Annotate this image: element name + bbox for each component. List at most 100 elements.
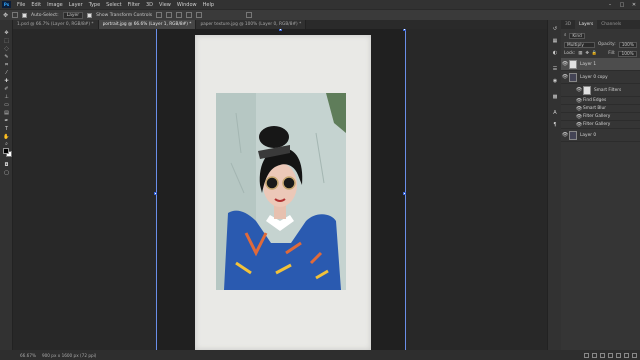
visibility-eye-icon[interactable]: 👁 bbox=[561, 132, 569, 138]
lock-all-icon[interactable]: 🔒 bbox=[592, 51, 597, 56]
foreground-color-swatch[interactable] bbox=[3, 148, 9, 154]
crop-tool-icon[interactable]: ⌗ bbox=[3, 62, 10, 68]
new-group-icon[interactable] bbox=[616, 352, 621, 358]
layer-row-layer-0-copy[interactable]: 👁 Layer 0 copy bbox=[561, 71, 640, 84]
layer-row-layer-1[interactable]: 👁 Layer 1 bbox=[561, 58, 640, 71]
move-tool-icon[interactable]: ✥ bbox=[3, 12, 8, 19]
transform-controls-checkbox[interactable] bbox=[87, 12, 93, 18]
tab-layers[interactable]: Layers bbox=[575, 20, 598, 29]
auto-select-checkbox[interactable] bbox=[22, 12, 28, 18]
menu-window[interactable]: Window bbox=[174, 2, 200, 8]
tab-1-psd[interactable]: 1.psd @ 66.7% (Layer 0, RGB/8#) * bbox=[13, 20, 99, 29]
auto-select-dropdown[interactable]: Layer bbox=[62, 11, 84, 19]
adjustment-layer-icon[interactable] bbox=[608, 352, 613, 358]
visibility-eye-icon[interactable]: 👁 bbox=[561, 74, 569, 80]
close-button[interactable]: ✕ bbox=[628, 2, 640, 8]
visibility-eye-icon[interactable]: 👁 bbox=[561, 61, 569, 67]
transform-handle-right[interactable] bbox=[403, 192, 406, 195]
tab-paper-texture[interactable]: paper texture.jpg @ 100% (Layer 0, RGB/8… bbox=[196, 20, 307, 29]
marquee-tool-icon[interactable]: ⬚ bbox=[3, 38, 10, 44]
properties-panel-icon[interactable]: ▦ bbox=[552, 38, 558, 44]
fill-input[interactable]: 100% bbox=[618, 50, 637, 57]
menu-help[interactable]: Help bbox=[200, 2, 217, 8]
tool-preset-icon[interactable] bbox=[12, 12, 19, 18]
lock-pixels-icon[interactable]: ▦ bbox=[578, 51, 582, 56]
layer-thumbnail bbox=[569, 59, 577, 69]
lasso-tool-icon[interactable]: ◌ bbox=[3, 46, 10, 52]
eyedropper-tool-icon[interactable]: ⁄ bbox=[3, 70, 10, 76]
healing-brush-icon[interactable]: ✚ bbox=[3, 78, 10, 84]
filter-row-filter-gallery-2[interactable]: 👁 Filter Gallery bbox=[561, 121, 640, 129]
tab-portrait[interactable]: portrait.jpg @ 66.6% (Layer 1, RGB/8#) * bbox=[98, 20, 197, 29]
distribute-icon[interactable] bbox=[186, 12, 193, 18]
filter-row-find-edges[interactable]: 👁 Find Edges bbox=[561, 97, 640, 105]
color-panel-icon[interactable]: ◉ bbox=[552, 78, 558, 84]
transform-handle-top-right[interactable] bbox=[403, 29, 406, 31]
3d-mode-icon[interactable] bbox=[246, 12, 253, 18]
menu-select[interactable]: Select bbox=[103, 2, 124, 8]
transform-handle-top[interactable] bbox=[279, 29, 282, 31]
visibility-eye-icon[interactable]: 👁 bbox=[575, 98, 583, 104]
blend-row: Multiply Opacity: 100% bbox=[561, 40, 640, 49]
menu-edit[interactable]: Edit bbox=[28, 2, 44, 8]
clone-stamp-icon[interactable]: ⊥ bbox=[3, 94, 10, 100]
gradient-tool-icon[interactable]: ▤ bbox=[3, 110, 10, 116]
fill-label: Fill: bbox=[608, 51, 616, 56]
filter-row-filter-gallery[interactable]: 👁 Filter Gallery bbox=[561, 113, 640, 121]
delete-layer-icon[interactable] bbox=[632, 352, 637, 358]
adjustments-panel-icon[interactable]: ◐ bbox=[552, 50, 558, 56]
menu-filter[interactable]: Filter bbox=[125, 2, 143, 8]
maximize-button[interactable]: □ bbox=[616, 2, 628, 8]
character-panel-icon[interactable]: A bbox=[552, 110, 558, 116]
visibility-eye-icon[interactable]: 👁 bbox=[575, 106, 583, 112]
transform-handle-left[interactable] bbox=[154, 192, 157, 195]
tab-3d[interactable]: 3D bbox=[561, 22, 575, 27]
menu-image[interactable]: Image bbox=[44, 2, 66, 8]
panel-tab-bar: 3D Layers Channels bbox=[561, 20, 640, 29]
guide-left bbox=[156, 29, 157, 350]
quick-mask-icon[interactable]: ◘ bbox=[3, 162, 10, 168]
opacity-input[interactable]: 100% bbox=[618, 41, 637, 48]
brush-tool-icon[interactable]: ✐ bbox=[3, 86, 10, 92]
link-layers-icon[interactable] bbox=[584, 352, 589, 358]
swatches-panel-icon[interactable]: ▩ bbox=[552, 94, 558, 100]
paragraph-panel-icon[interactable]: ¶ bbox=[552, 122, 558, 128]
zoom-tool-icon[interactable]: ⌕ bbox=[3, 141, 10, 147]
history-panel-icon[interactable]: ↺ bbox=[552, 26, 558, 32]
lock-position-icon[interactable]: ✥ bbox=[585, 51, 589, 56]
align-center-icon[interactable] bbox=[166, 12, 173, 18]
blend-mode-dropdown[interactable]: Multiply bbox=[564, 41, 596, 48]
smart-filters-row[interactable]: 👁 Smart Filters bbox=[561, 84, 640, 97]
more-options-icon[interactable] bbox=[196, 12, 203, 18]
visibility-eye-icon[interactable]: 👁 bbox=[575, 87, 583, 93]
zoom-level[interactable]: 66.67% bbox=[20, 353, 36, 358]
libraries-panel-icon[interactable]: ☰ bbox=[552, 66, 558, 72]
canvas-area[interactable] bbox=[13, 29, 561, 350]
menu-view[interactable]: View bbox=[156, 2, 174, 8]
align-right-icon[interactable] bbox=[176, 12, 183, 18]
quick-select-tool-icon[interactable]: ✎ bbox=[3, 54, 10, 60]
layer-row-layer-0[interactable]: 👁 Layer 0 bbox=[561, 129, 640, 142]
screen-mode-icon[interactable]: ▢ bbox=[3, 170, 10, 176]
eraser-tool-icon[interactable]: ▭ bbox=[3, 102, 10, 108]
minimize-button[interactable]: – bbox=[604, 2, 616, 8]
menu-layer[interactable]: Layer bbox=[66, 2, 86, 8]
layer-kind-filter[interactable]: Kind bbox=[569, 32, 585, 39]
new-layer-icon[interactable] bbox=[624, 352, 629, 358]
align-left-icon[interactable] bbox=[156, 12, 163, 18]
visibility-eye-icon[interactable]: 👁 bbox=[575, 114, 583, 120]
visibility-eye-icon[interactable]: 👁 bbox=[575, 122, 583, 128]
menu-type[interactable]: Type bbox=[86, 2, 103, 8]
lock-label: Lock: bbox=[564, 51, 576, 56]
type-tool-icon[interactable]: T bbox=[3, 126, 10, 132]
add-mask-icon[interactable] bbox=[600, 352, 605, 358]
hand-tool-icon[interactable]: ✋ bbox=[3, 134, 10, 140]
move-tool-icon[interactable]: ✥ bbox=[3, 30, 10, 36]
tab-channels[interactable]: Channels bbox=[597, 22, 625, 27]
menu-3d[interactable]: 3D bbox=[143, 2, 156, 8]
pen-tool-icon[interactable]: ✒ bbox=[3, 118, 10, 124]
menu-file[interactable]: File bbox=[14, 2, 28, 8]
filter-row-smart-blur[interactable]: 👁 Smart Blur bbox=[561, 105, 640, 113]
layer-style-icon[interactable] bbox=[592, 352, 597, 358]
tools-panel: ✥ ⬚ ◌ ✎ ⌗ ⁄ ✚ ✐ ⊥ ▭ ▤ ✒ T ✋ ⌕ ◘ ▢ bbox=[0, 20, 13, 350]
